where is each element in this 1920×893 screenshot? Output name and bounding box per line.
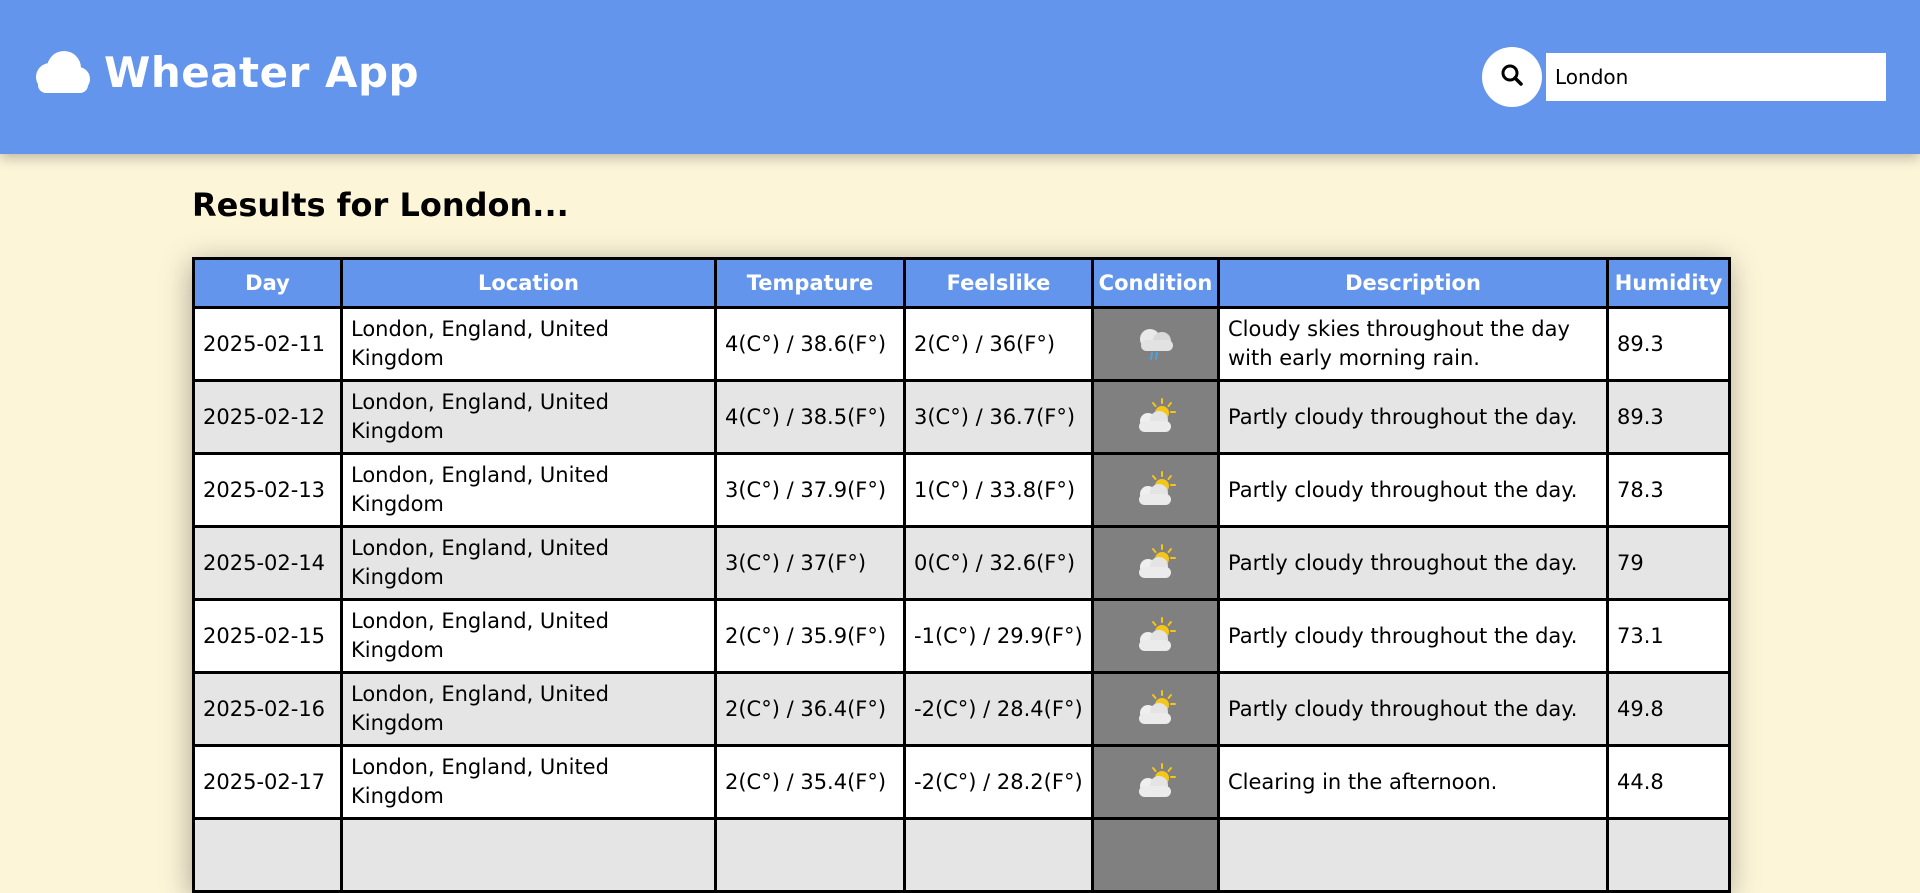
cell-description: Clearing in the afternoon.: [1217, 744, 1609, 820]
cell-day: 2025-02-14: [192, 525, 343, 601]
table-row: 2025-02-13 London, England, United Kingd…: [192, 452, 1731, 528]
cell-feelslike: -1(C°) / 29.9(F°): [903, 598, 1094, 674]
partly-cloudy-day-icon: [1094, 542, 1217, 584]
cell-location: London, England, United Kingdom: [340, 379, 717, 455]
cell-day: 2025-02-12: [192, 379, 343, 455]
forecast-table: Day Location Tempature Feelslike Conditi…: [192, 257, 1731, 893]
column-header-temperature[interactable]: Tempature: [714, 257, 906, 309]
cell-day: 2025-02-11: [192, 306, 343, 382]
cell-description: [1217, 817, 1609, 893]
cell-condition: [1091, 306, 1220, 382]
search-icon: [1500, 63, 1524, 91]
cell-humidity: 49.8: [1606, 671, 1731, 747]
cloud-icon: [30, 49, 92, 97]
cell-humidity: 89.3: [1606, 306, 1731, 382]
cell-temperature: 3(C°) / 37(F°): [714, 525, 906, 601]
column-header-day[interactable]: Day: [192, 257, 343, 309]
cell-condition: [1091, 598, 1220, 674]
cell-humidity: 79: [1606, 525, 1731, 601]
cell-humidity: 78.3: [1606, 452, 1731, 528]
cell-feelslike: -2(C°) / 28.4(F°): [903, 671, 1094, 747]
cell-day: 2025-02-13: [192, 452, 343, 528]
cell-location: London, England, United Kingdom: [340, 525, 717, 601]
cell-feelslike: 1(C°) / 33.8(F°): [903, 452, 1094, 528]
cell-location: [340, 817, 717, 893]
partly-cloudy-day-icon: [1094, 469, 1217, 511]
table-header-row: Day Location Tempature Feelslike Conditi…: [192, 257, 1731, 309]
cell-day: 2025-02-16: [192, 671, 343, 747]
brand[interactable]: Wheater App: [30, 48, 419, 97]
rain-icon: [1094, 324, 1217, 364]
partly-cloudy-day-icon: [1094, 761, 1217, 803]
column-header-condition[interactable]: Condition: [1091, 257, 1220, 309]
cell-day: 2025-02-17: [192, 744, 343, 820]
table-row: [192, 817, 1731, 893]
cell-description: Partly cloudy throughout the day.: [1217, 452, 1609, 528]
search-button[interactable]: [1482, 47, 1542, 107]
cell-condition: [1091, 744, 1220, 820]
cell-feelslike: -2(C°) / 28.2(F°): [903, 744, 1094, 820]
cell-temperature: [714, 817, 906, 893]
partly-cloudy-day-icon: [1094, 396, 1217, 438]
search-bar: [1482, 47, 1886, 107]
cell-humidity: [1606, 817, 1731, 893]
cell-temperature: 4(C°) / 38.6(F°): [714, 306, 906, 382]
search-input[interactable]: [1546, 53, 1886, 101]
partly-cloudy-day-icon: [1094, 615, 1217, 657]
column-header-location[interactable]: Location: [340, 257, 717, 309]
table-row: 2025-02-14 London, England, United Kingd…: [192, 525, 1731, 601]
cell-description: Partly cloudy throughout the day.: [1217, 379, 1609, 455]
cell-condition: [1091, 817, 1220, 893]
cell-condition: [1091, 452, 1220, 528]
cell-location: London, England, United Kingdom: [340, 598, 717, 674]
cell-condition: [1091, 379, 1220, 455]
cell-temperature: 3(C°) / 37.9(F°): [714, 452, 906, 528]
cell-temperature: 2(C°) / 36.4(F°): [714, 671, 906, 747]
column-header-description[interactable]: Description: [1217, 257, 1609, 309]
cell-humidity: 73.1: [1606, 598, 1731, 674]
column-header-humidity[interactable]: Humidity: [1606, 257, 1731, 309]
table-row: 2025-02-11 London, England, United Kingd…: [192, 306, 1731, 382]
app-title: Wheater App: [104, 48, 420, 97]
cell-humidity: 89.3: [1606, 379, 1731, 455]
cell-temperature: 4(C°) / 38.5(F°): [714, 379, 906, 455]
table-row: 2025-02-16 London, England, United Kingd…: [192, 671, 1731, 747]
cell-location: London, England, United Kingdom: [340, 306, 717, 382]
cell-day: [192, 817, 343, 893]
cell-description: Partly cloudy throughout the day.: [1217, 598, 1609, 674]
table-row: 2025-02-15 London, England, United Kingd…: [192, 598, 1731, 674]
forecast-table-container: Day Location Tempature Feelslike Conditi…: [192, 257, 1731, 893]
table-row: 2025-02-17 London, England, United Kingd…: [192, 744, 1731, 820]
cell-temperature: 2(C°) / 35.4(F°): [714, 744, 906, 820]
cell-feelslike: 3(C°) / 36.7(F°): [903, 379, 1094, 455]
cell-temperature: 2(C°) / 35.9(F°): [714, 598, 906, 674]
cell-description: Partly cloudy throughout the day.: [1217, 525, 1609, 601]
column-header-feelslike[interactable]: Feelslike: [903, 257, 1094, 309]
cell-feelslike: 2(C°) / 36(F°): [903, 306, 1094, 382]
cell-humidity: 44.8: [1606, 744, 1731, 820]
results-heading: Results for London...: [192, 186, 569, 224]
cell-location: London, England, United Kingdom: [340, 452, 717, 528]
cell-description: Partly cloudy throughout the day.: [1217, 671, 1609, 747]
cell-description: Cloudy skies throughout the day with ear…: [1217, 306, 1609, 382]
cell-feelslike: 0(C°) / 32.6(F°): [903, 525, 1094, 601]
cell-condition: [1091, 525, 1220, 601]
cell-day: 2025-02-15: [192, 598, 343, 674]
cell-feelslike: [903, 817, 1094, 893]
app-header: Wheater App: [0, 0, 1920, 154]
table-row: 2025-02-12 London, England, United Kingd…: [192, 379, 1731, 455]
cell-location: London, England, United Kingdom: [340, 671, 717, 747]
cell-condition: [1091, 671, 1220, 747]
partly-cloudy-day-icon: [1094, 688, 1217, 730]
cell-location: London, England, United Kingdom: [340, 744, 717, 820]
